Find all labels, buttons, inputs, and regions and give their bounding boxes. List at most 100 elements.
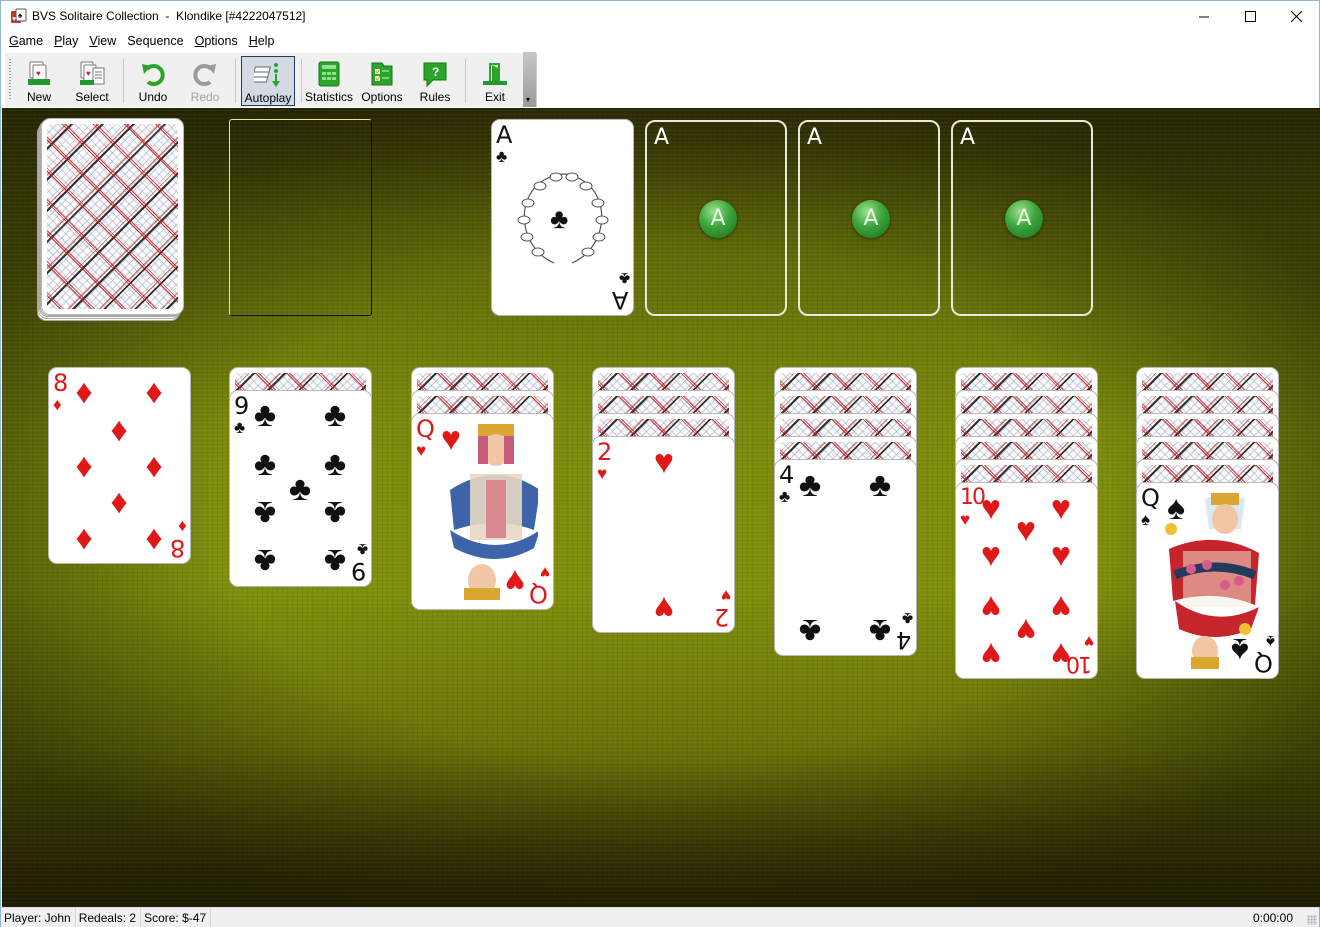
app-logo-icon: ♠ ♥ xyxy=(11,8,27,23)
card-rank: 2 xyxy=(597,438,612,466)
menu-view-accel: V xyxy=(89,34,98,48)
club-pip-icon: ♣ xyxy=(323,396,347,434)
club-pip-icon: ♣ xyxy=(253,445,277,483)
window-title: BVS Solitaire Collection - Klondike [#42… xyxy=(32,9,306,23)
diamond-pip-icon: ♦ xyxy=(110,411,128,449)
tableau-5-top-card[interactable]: 4 ♣ ♣ ♣ ♣ ♣ 4 ♣ xyxy=(774,459,917,656)
svg-text:♥: ♥ xyxy=(36,69,41,78)
select-button[interactable]: ♥ Select xyxy=(71,56,113,106)
menu-options[interactable]: Options xyxy=(191,32,242,52)
undo-icon xyxy=(142,64,165,86)
card-suit-bottom: ♥ xyxy=(539,563,550,582)
autoplay-button-label: Autoplay xyxy=(244,91,292,105)
resize-grip[interactable] xyxy=(1307,915,1317,925)
card-suit: ♠ xyxy=(1141,510,1151,529)
menu-view-label: iew xyxy=(97,34,117,48)
toolbar-area: ♥ New ♥ Select Undo Redo Autoplay Statis… xyxy=(1,52,1319,108)
heart-pip-icon: ♥ xyxy=(1050,489,1072,527)
minimize-button[interactable] xyxy=(1181,1,1227,32)
diamond-pip-icon: ♦ xyxy=(145,519,163,557)
select-game-icon: ♥ xyxy=(80,61,105,85)
options-button[interactable]: Options xyxy=(359,56,405,106)
maximize-icon xyxy=(1244,11,1256,22)
status-redeals: Redeals: 2 xyxy=(76,908,142,927)
maximize-button[interactable] xyxy=(1227,1,1273,32)
tableau-7-top-card[interactable]: Q ♠ ♠ ♠ Q ♠ xyxy=(1136,482,1279,679)
tableau-3-top-card[interactable]: Q ♥ ♥ ♥ Q ♥ xyxy=(411,413,554,610)
status-player: Player: John xyxy=(1,908,76,927)
menu-play[interactable]: Play xyxy=(50,32,82,52)
toolbar-grip[interactable] xyxy=(9,59,11,101)
card-rank: 9 xyxy=(234,392,249,420)
redo-button[interactable]: Redo xyxy=(185,56,225,106)
spade-pip-icon: ♠ xyxy=(1230,631,1250,669)
tableau-6-top-card[interactable]: 10 ♥ ♥ ♥ ♥ ♥ ♥ ♥ ♥ ♥ ♥ ♥ 10 ♥ xyxy=(955,482,1098,679)
tableau-1-top-card[interactable]: 8 ♦ ♦ ♦ ♦ ♦ ♦ ♦ ♦ ♦ 8 ♦ xyxy=(48,367,191,564)
card-suit: ♥ xyxy=(597,464,608,483)
card-suit-bottom: ♣ xyxy=(356,540,368,559)
waste-pile-empty[interactable] xyxy=(229,119,372,316)
foundation-3[interactable]: A A xyxy=(798,120,940,316)
card-rank-bottom: Q xyxy=(1256,649,1273,677)
exit-icon xyxy=(483,63,507,85)
menu-help-accel: H xyxy=(248,34,258,48)
diamond-pip-icon: ♦ xyxy=(75,447,93,485)
chevron-down-icon: ▾ xyxy=(526,95,531,104)
stock-pile[interactable] xyxy=(37,118,192,328)
card-rank: 8 xyxy=(53,369,68,397)
heart-pip-icon: ♥ xyxy=(980,489,1002,527)
foundation-2[interactable]: A A xyxy=(645,120,787,316)
redo-icon xyxy=(193,64,216,86)
menu-play-label: lay xyxy=(62,34,79,48)
stock-top-card[interactable] xyxy=(41,118,184,315)
card-rank-bottom: 2 xyxy=(715,603,729,631)
menu-help[interactable]: Help xyxy=(245,32,279,52)
toolbar-overflow-button[interactable]: ▾ xyxy=(523,52,536,107)
menu-bar: Game Play View Sequence Options Help xyxy=(1,32,1319,52)
club-pip-icon: ♣ xyxy=(288,470,312,508)
diamond-pip-icon: ♦ xyxy=(75,373,93,411)
menu-game-label: ame xyxy=(18,34,44,48)
new-game-icon: ♥ xyxy=(28,61,50,85)
tableau-4-top-card[interactable]: 2 ♥ ♥ ♥ 2 ♥ xyxy=(592,436,735,633)
card-suit: ♣ xyxy=(496,147,508,166)
menu-options-label: ptions xyxy=(204,34,238,48)
menu-sequence[interactable]: Sequence xyxy=(123,32,187,52)
card-suit-bottom: ♣ xyxy=(901,609,913,628)
undo-button[interactable]: Undo xyxy=(133,56,173,106)
foundation-4[interactable]: A A xyxy=(951,120,1093,316)
close-button[interactable] xyxy=(1273,1,1319,32)
status-bar: Player: John Redeals: 2 Score: $-47 0:00… xyxy=(1,907,1319,927)
exit-button-label: Exit xyxy=(484,90,505,104)
new-button[interactable]: ♥ New xyxy=(19,56,59,106)
autoplay-button[interactable]: Autoplay xyxy=(241,56,295,106)
minimize-icon xyxy=(1198,16,1209,18)
card-rank-bottom: A xyxy=(613,286,628,314)
card-suit-bottom: ♥ xyxy=(1083,632,1094,651)
menu-game[interactable]: Game xyxy=(5,32,47,52)
statistics-icon xyxy=(318,61,340,87)
card-rank-bottom: 4 xyxy=(897,626,911,654)
redo-button-label: Redo xyxy=(190,90,220,104)
heart-pip-icon: ♥ xyxy=(653,589,675,627)
ace-badge-icon: A xyxy=(699,200,737,238)
club-pip-icon: ♣ xyxy=(253,542,277,580)
rules-button-label: Rules xyxy=(419,90,451,104)
diamond-pip-icon: ♦ xyxy=(110,483,128,521)
card-suit: ♥ xyxy=(416,441,427,460)
heart-pip-icon: ♥ xyxy=(1015,511,1037,549)
rules-button[interactable]: ? Rules xyxy=(415,56,455,106)
club-pip-icon: ♣ xyxy=(868,466,892,504)
statistics-button[interactable]: Statistics xyxy=(305,56,353,106)
card-suit: ♦ xyxy=(53,395,62,414)
heart-pip-icon: ♥ xyxy=(980,588,1002,626)
tableau-2-top-card[interactable]: 9 ♣ ♣ ♣ ♣ ♣ ♣ ♣ ♣ ♣ ♣ 9 ♣ xyxy=(229,390,372,587)
exit-button[interactable]: Exit xyxy=(475,56,515,106)
foundation-1[interactable]: A ♣ ♣ A ♣ xyxy=(491,119,634,316)
autoplay-icon xyxy=(254,63,280,87)
card-suit-bottom: ♠ xyxy=(1265,632,1275,651)
menu-view[interactable]: View xyxy=(85,32,120,52)
svg-text:♥: ♥ xyxy=(86,69,91,78)
club-pip-icon: ♣ xyxy=(323,445,347,483)
ace-badge-icon: A xyxy=(1005,200,1043,238)
